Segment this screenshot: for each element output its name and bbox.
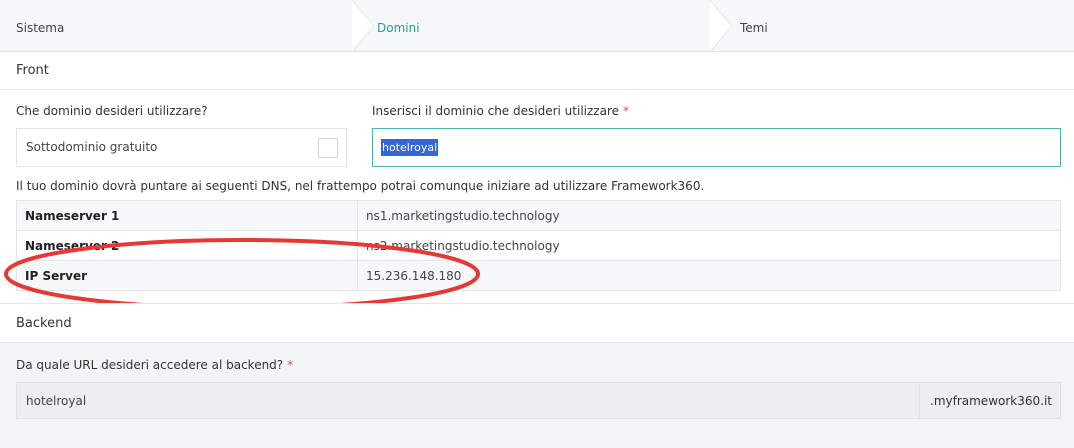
backend-section-header: Backend	[0, 303, 1074, 343]
domain-input[interactable]	[372, 128, 1061, 167]
free-subdomain-option[interactable]: Sottodominio gratuito	[16, 128, 347, 167]
wizard-stepper: Sistema Domini Temi	[0, 0, 1074, 52]
backend-section-title: Backend	[16, 316, 72, 331]
dns-table: Nameserver 1 ns1.marketingstudio.technol…	[16, 200, 1061, 291]
backend-section-body: Da quale URL desideri accedere al backen…	[0, 343, 1074, 448]
domain-input-label: Inserisci il dominio che desideri utiliz…	[372, 104, 629, 118]
free-subdomain-label: Sottodominio gratuito	[26, 140, 158, 154]
front-section-title: Front	[16, 63, 49, 78]
dns-key: IP Server	[16, 260, 358, 291]
dns-key: Nameserver 1	[16, 200, 358, 231]
backend-url-label: Da quale URL desideri accedere al backen…	[16, 358, 294, 372]
required-mark: *	[623, 104, 629, 118]
table-row: Nameserver 2 ns2.marketingstudio.technol…	[16, 230, 1061, 261]
front-section-header: Front	[0, 52, 1074, 90]
dns-notice: Il tuo dominio dovrà puntare ai seguenti…	[16, 179, 705, 193]
domain-input-selected-text: hotelroyal	[381, 139, 439, 156]
step-separator-chevron	[351, 0, 375, 52]
dns-value: ns2.marketingstudio.technology	[357, 230, 1061, 261]
dns-value: ns1.marketingstudio.technology	[357, 200, 1061, 231]
required-mark: *	[287, 358, 294, 372]
free-subdomain-checkbox[interactable]	[318, 138, 338, 158]
step-temi[interactable]: Temi	[740, 0, 768, 52]
domain-type-label: Che dominio desideri utilizzare?	[16, 104, 208, 118]
front-section-body: Che dominio desideri utilizzare? Inseris…	[0, 90, 1074, 303]
table-row: IP Server 15.236.148.180	[16, 260, 1061, 291]
backend-url-group: .myframework360.it	[16, 382, 1061, 419]
step-sistema[interactable]: Sistema	[16, 0, 64, 52]
step-domini[interactable]: Domini	[377, 0, 420, 52]
step-separator-chevron	[709, 0, 733, 52]
table-row: Nameserver 1 ns1.marketingstudio.technol…	[16, 200, 1061, 231]
dns-key: Nameserver 2	[16, 230, 358, 261]
dns-value: 15.236.148.180	[357, 260, 1061, 291]
backend-url-input[interactable]	[17, 383, 920, 418]
backend-url-suffix: .myframework360.it	[930, 394, 1052, 408]
